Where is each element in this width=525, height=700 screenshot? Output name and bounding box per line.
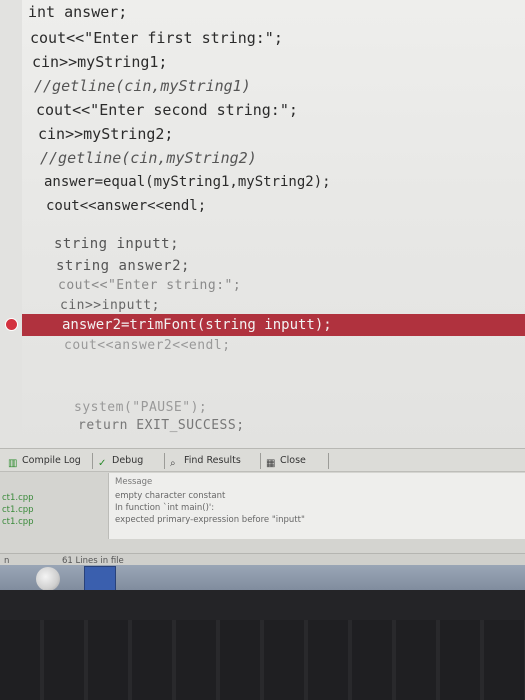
find-results-icon: ⌕ xyxy=(170,458,176,469)
code-line[interactable]: cin>>myString2; xyxy=(38,122,173,146)
tab-separator xyxy=(164,453,165,469)
editor-gutter xyxy=(0,0,22,440)
message-item[interactable]: empty character constant xyxy=(115,491,225,501)
tab-find-results[interactable]: ⌕ Find Results xyxy=(170,453,241,469)
message-column-header[interactable]: Message xyxy=(115,477,152,487)
tab-close[interactable]: ▦ Close xyxy=(266,453,306,469)
tab-compile-log[interactable]: ▥ Compile Log xyxy=(8,453,81,469)
code-line[interactable]: cout<<answer2<<endl; xyxy=(64,334,231,358)
tab-separator xyxy=(328,453,329,469)
code-line[interactable]: cout<<"Enter second string:"; xyxy=(36,98,298,122)
file-item[interactable]: ct1.cpp xyxy=(2,505,34,515)
code-line[interactable]: cin>>myString1; xyxy=(32,50,167,74)
code-line[interactable]: return EXIT_SUCCESS; xyxy=(78,414,245,438)
close-icon: ▦ xyxy=(266,458,276,469)
tab-separator xyxy=(92,453,93,469)
compile-log-icon: ▥ xyxy=(8,458,18,469)
start-button-icon[interactable] xyxy=(36,567,60,590)
code-line[interactable]: //getline(cin,myString2) xyxy=(40,146,257,170)
file-item[interactable]: ct1.cpp xyxy=(2,517,34,527)
keyboard-area xyxy=(0,620,525,700)
code-line[interactable]: //getline(cin,myString1) xyxy=(34,74,251,98)
code-line[interactable]: int answer; xyxy=(28,0,127,24)
message-item[interactable]: expected primary-expression before "inpu… xyxy=(115,515,305,525)
panel-tabs: ▥ Compile Log ✓ Debug ⌕ Find Results ▦ Close xyxy=(0,449,525,472)
debug-check-icon: ✓ xyxy=(98,458,107,469)
message-list: Message empty character constant In func… xyxy=(108,473,525,539)
code-line[interactable]: string inputt; xyxy=(54,232,179,256)
error-marker-icon[interactable] xyxy=(5,318,18,331)
code-line[interactable]: answer=equal(myString1,myString2); xyxy=(44,170,331,194)
code-line[interactable]: cout<<answer<<endl; xyxy=(46,194,206,218)
message-item[interactable]: In function `int main()': xyxy=(115,503,214,513)
screen: int answer; cout<<"Enter first string:";… xyxy=(0,0,525,590)
file-item[interactable]: ct1.cpp xyxy=(2,493,34,503)
code-line[interactable]: cout<<"Enter first string:"; xyxy=(30,26,283,50)
tab-debug[interactable]: ✓ Debug xyxy=(98,453,143,469)
taskbar-app-button[interactable] xyxy=(84,566,116,590)
code-editor[interactable]: int answer; cout<<"Enter first string:";… xyxy=(0,0,525,440)
tab-separator xyxy=(260,453,261,469)
taskbar xyxy=(0,565,525,590)
